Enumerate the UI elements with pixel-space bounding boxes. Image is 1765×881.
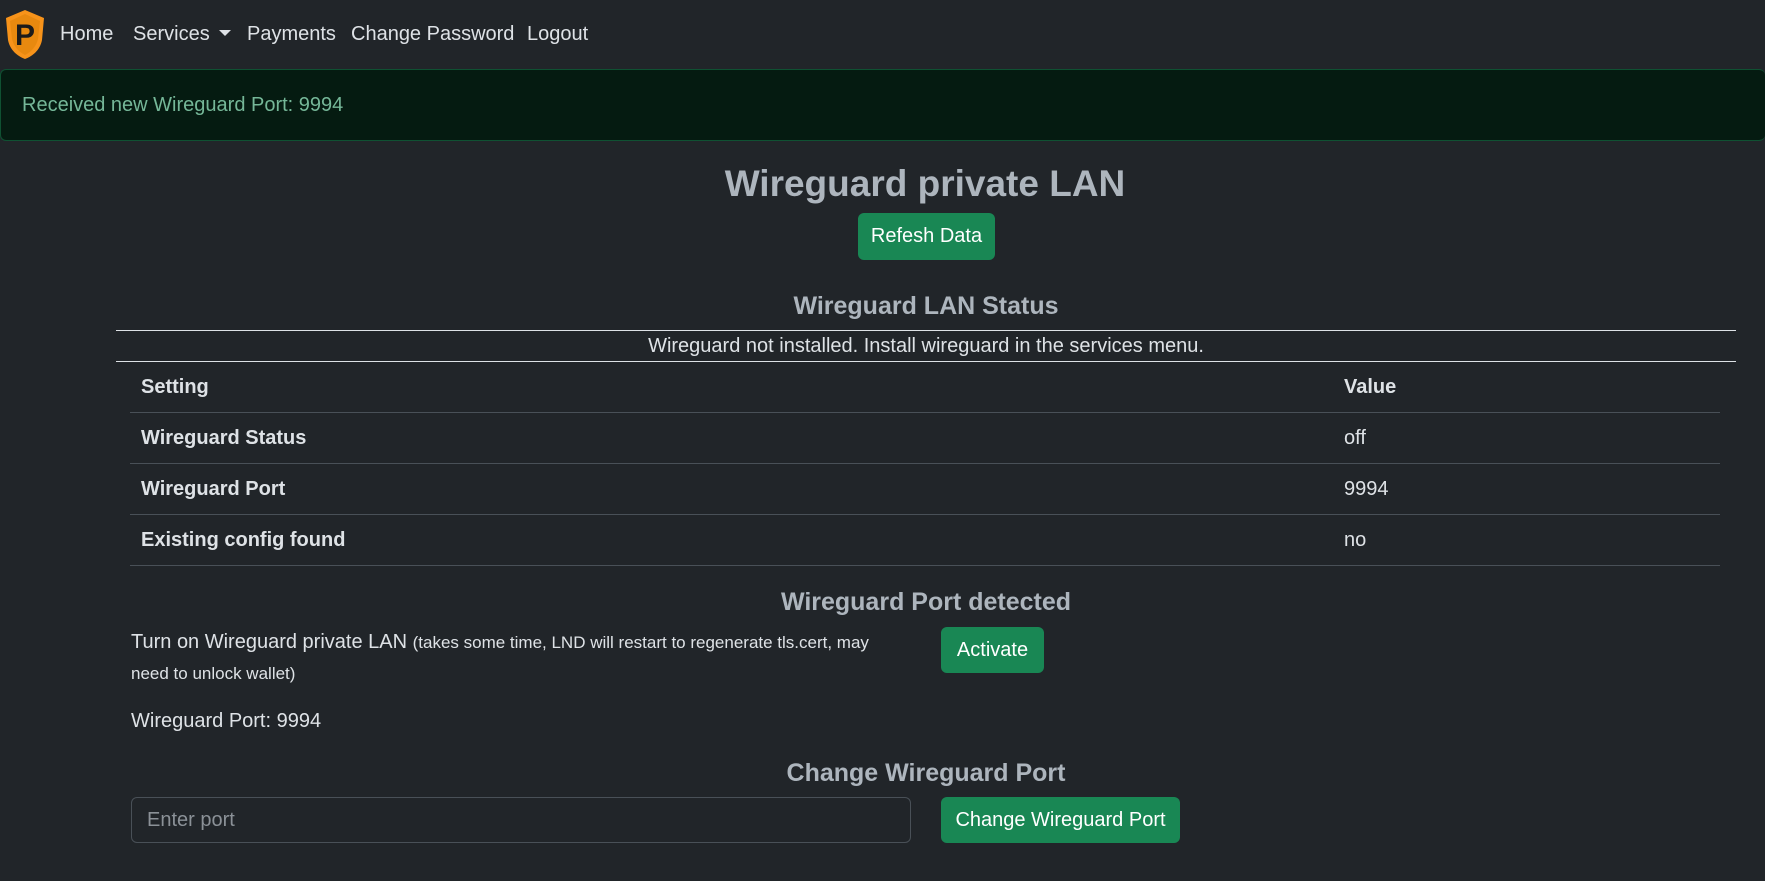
table-row: Wireguard Port 9994: [130, 464, 1720, 515]
activate-button[interactable]: Activate: [941, 627, 1044, 673]
shield-logo-icon: P: [6, 10, 44, 59]
table-header-value: Value: [1344, 376, 1397, 398]
detected-heading: Wireguard Port detected: [780, 588, 1072, 616]
success-alert: Received new Wireguard Port: 9994: [0, 69, 1765, 141]
table-header-setting: Setting: [141, 376, 209, 398]
table-cell-value: 9994: [1344, 478, 1389, 500]
change-port-button[interactable]: Change Wireguard Port: [941, 797, 1180, 843]
status-notice: Wireguard not installed. Install wiregua…: [648, 335, 1204, 357]
nav-change-password[interactable]: Change Password: [351, 20, 514, 48]
table-row: Existing config found no: [130, 515, 1720, 566]
nav-payments[interactable]: Payments: [247, 20, 336, 48]
table-row: Wireguard Status off: [130, 413, 1720, 464]
activate-text: Turn on Wireguard private LAN: [131, 631, 408, 653]
change-port-heading: Change Wireguard Port: [786, 759, 1066, 787]
nav-home[interactable]: Home: [60, 20, 113, 48]
activate-description: Turn on Wireguard private LAN (takes som…: [131, 627, 911, 689]
table-cell-setting: Wireguard Port: [141, 478, 286, 500]
svg-text:P: P: [15, 19, 35, 52]
divider-top: [116, 330, 1736, 331]
status-table: Setting Value Wireguard Status off Wireg…: [130, 362, 1720, 566]
table-cell-value: no: [1344, 529, 1367, 551]
status-heading: Wireguard LAN Status: [793, 292, 1059, 320]
port-input[interactable]: [131, 797, 911, 843]
nav-logout[interactable]: Logout: [527, 20, 588, 48]
nav-services-label: Services: [133, 23, 210, 45]
top-navbar: P Home Services Payments Change Password…: [0, 0, 1765, 69]
page-title: Wireguard private LAN: [724, 163, 1126, 204]
table-cell-value: off: [1344, 427, 1366, 449]
caret-down-icon: [218, 30, 231, 36]
current-port-text: Wireguard Port: 9994: [131, 710, 322, 732]
brand-logo[interactable]: P: [3, 8, 47, 60]
table-header-row: Setting Value: [130, 362, 1720, 413]
nav-services-dropdown[interactable]: Services: [133, 20, 231, 48]
table-cell-setting: Wireguard Status: [141, 427, 307, 449]
refresh-data-button[interactable]: Refesh Data: [858, 213, 995, 260]
table-cell-setting: Existing config found: [141, 529, 346, 551]
